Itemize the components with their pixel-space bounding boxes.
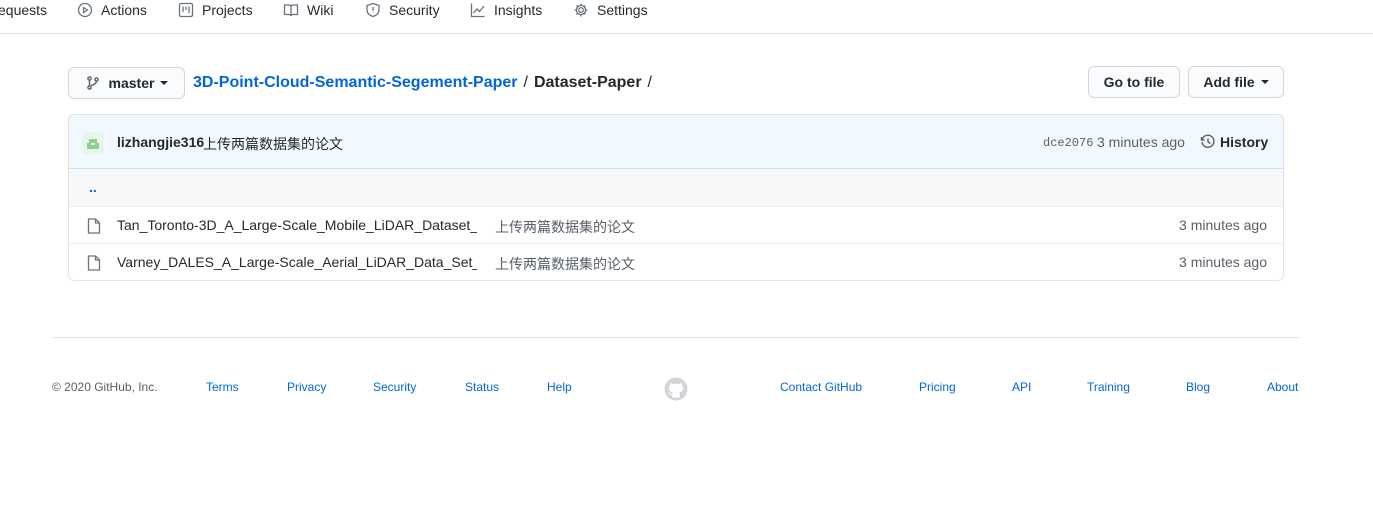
- chevron-down-icon: [160, 81, 169, 85]
- tab-label: Wiki: [307, 2, 334, 18]
- git-branch-icon: [86, 76, 99, 90]
- repo-tab-nav: equests Actions Projects Wiki Security I…: [0, 0, 1373, 34]
- graph-icon: [470, 3, 485, 18]
- parent-directory-link[interactable]: ..: [89, 179, 97, 195]
- history-link[interactable]: History: [1200, 134, 1268, 150]
- tab-label: Security: [389, 2, 440, 18]
- tab-actions[interactable]: Actions: [77, 0, 147, 20]
- breadcrumb-current-folder: Dataset-Paper: [533, 74, 642, 91]
- file-icon: [87, 218, 101, 234]
- commit-time: 3 minutes ago: [1097, 134, 1185, 150]
- gear-icon: [574, 3, 588, 17]
- commit-sha-link[interactable]: dce2076: [1043, 136, 1093, 150]
- add-file-button[interactable]: Add file: [1188, 66, 1284, 98]
- footer-link-terms[interactable]: Terms: [206, 380, 239, 394]
- history-label: History: [1220, 134, 1269, 150]
- tab-label: Projects: [202, 2, 253, 18]
- file-row: Tan_Toronto-3D_A_Large-Scale_Mobile_LiDA…: [69, 206, 1283, 243]
- file-commit-age: 3 minutes ago: [1179, 217, 1267, 233]
- footer-divider: [52, 337, 1300, 338]
- file-row: Varney_DALES_A_Large-Scale_Aerial_LiDAR_…: [69, 243, 1283, 280]
- parent-directory-row: ..: [69, 169, 1283, 206]
- tab-label: Actions: [101, 2, 147, 18]
- footer-link-api[interactable]: API: [1012, 380, 1031, 394]
- breadcrumb-repo-link[interactable]: 3D-Point-Cloud-Semantic-Segement-Paper: [193, 74, 517, 92]
- footer-link-status[interactable]: Status: [465, 380, 499, 394]
- commit-message-link[interactable]: 上传两篇数据集的论文: [203, 134, 343, 154]
- branch-name: master: [108, 75, 155, 91]
- book-icon: [283, 4, 299, 17]
- footer-link-blog[interactable]: Blog: [1186, 380, 1210, 394]
- history-icon: [1200, 134, 1215, 148]
- go-to-file-button[interactable]: Go to file: [1088, 66, 1180, 98]
- project-icon: [178, 2, 194, 18]
- file-icon: [87, 255, 101, 271]
- commit-author-link[interactable]: lizhangjie316: [117, 134, 204, 150]
- add-file-label: Add file: [1203, 74, 1255, 90]
- footer-link-pricing[interactable]: Pricing: [919, 380, 956, 394]
- play-icon: [77, 2, 93, 18]
- file-commit-message-link[interactable]: 上传两篇数据集的论文: [495, 217, 635, 237]
- footer-link-privacy[interactable]: Privacy: [287, 380, 326, 394]
- tab-label: Settings: [597, 2, 648, 18]
- footer-link-about[interactable]: About: [1267, 380, 1298, 394]
- tab-projects[interactable]: Projects: [178, 0, 253, 20]
- footer-link-help[interactable]: Help: [547, 380, 572, 394]
- github-logo-icon[interactable]: [664, 377, 688, 401]
- tab-insights[interactable]: Insights: [470, 0, 542, 20]
- breadcrumb: 3D-Point-Cloud-Semantic-Segement-Paper /…: [193, 72, 658, 94]
- identicon-icon: [87, 139, 99, 149]
- footer-copyright: © 2020 GitHub, Inc.: [52, 380, 158, 394]
- footer-link-security[interactable]: Security: [373, 380, 416, 394]
- file-name-link[interactable]: Tan_Toronto-3D_A_Large-Scale_Mobile_LiDA…: [117, 217, 477, 233]
- tab-settings[interactable]: Settings: [573, 0, 648, 20]
- chevron-down-icon: [1260, 80, 1269, 84]
- branch-select-button[interactable]: master: [68, 67, 185, 99]
- breadcrumb-separator: /: [523, 74, 528, 91]
- shield-icon: [366, 2, 380, 18]
- file-browser: lizhangjie316 上传两篇数据集的论文 dce2076 3 minut…: [68, 114, 1284, 281]
- file-commit-age: 3 minutes ago: [1179, 254, 1267, 270]
- tab-pull-requests[interactable]: equests: [0, 0, 47, 20]
- file-name-link[interactable]: Varney_DALES_A_Large-Scale_Aerial_LiDAR_…: [117, 254, 477, 270]
- file-commit-message-link[interactable]: 上传两篇数据集的论文: [495, 254, 635, 274]
- footer-link-contact-github[interactable]: Contact GitHub: [780, 380, 862, 394]
- breadcrumb-separator: /: [647, 74, 652, 91]
- tab-wiki[interactable]: Wiki: [283, 0, 333, 20]
- latest-commit-bar: lizhangjie316 上传两篇数据集的论文 dce2076 3 minut…: [69, 115, 1283, 169]
- tab-label: Insights: [494, 2, 543, 18]
- avatar[interactable]: [82, 132, 104, 154]
- tab-label: equests: [0, 2, 48, 18]
- go-to-file-label: Go to file: [1103, 74, 1165, 90]
- tab-security[interactable]: Security: [365, 0, 440, 20]
- footer-link-training[interactable]: Training: [1087, 380, 1130, 394]
